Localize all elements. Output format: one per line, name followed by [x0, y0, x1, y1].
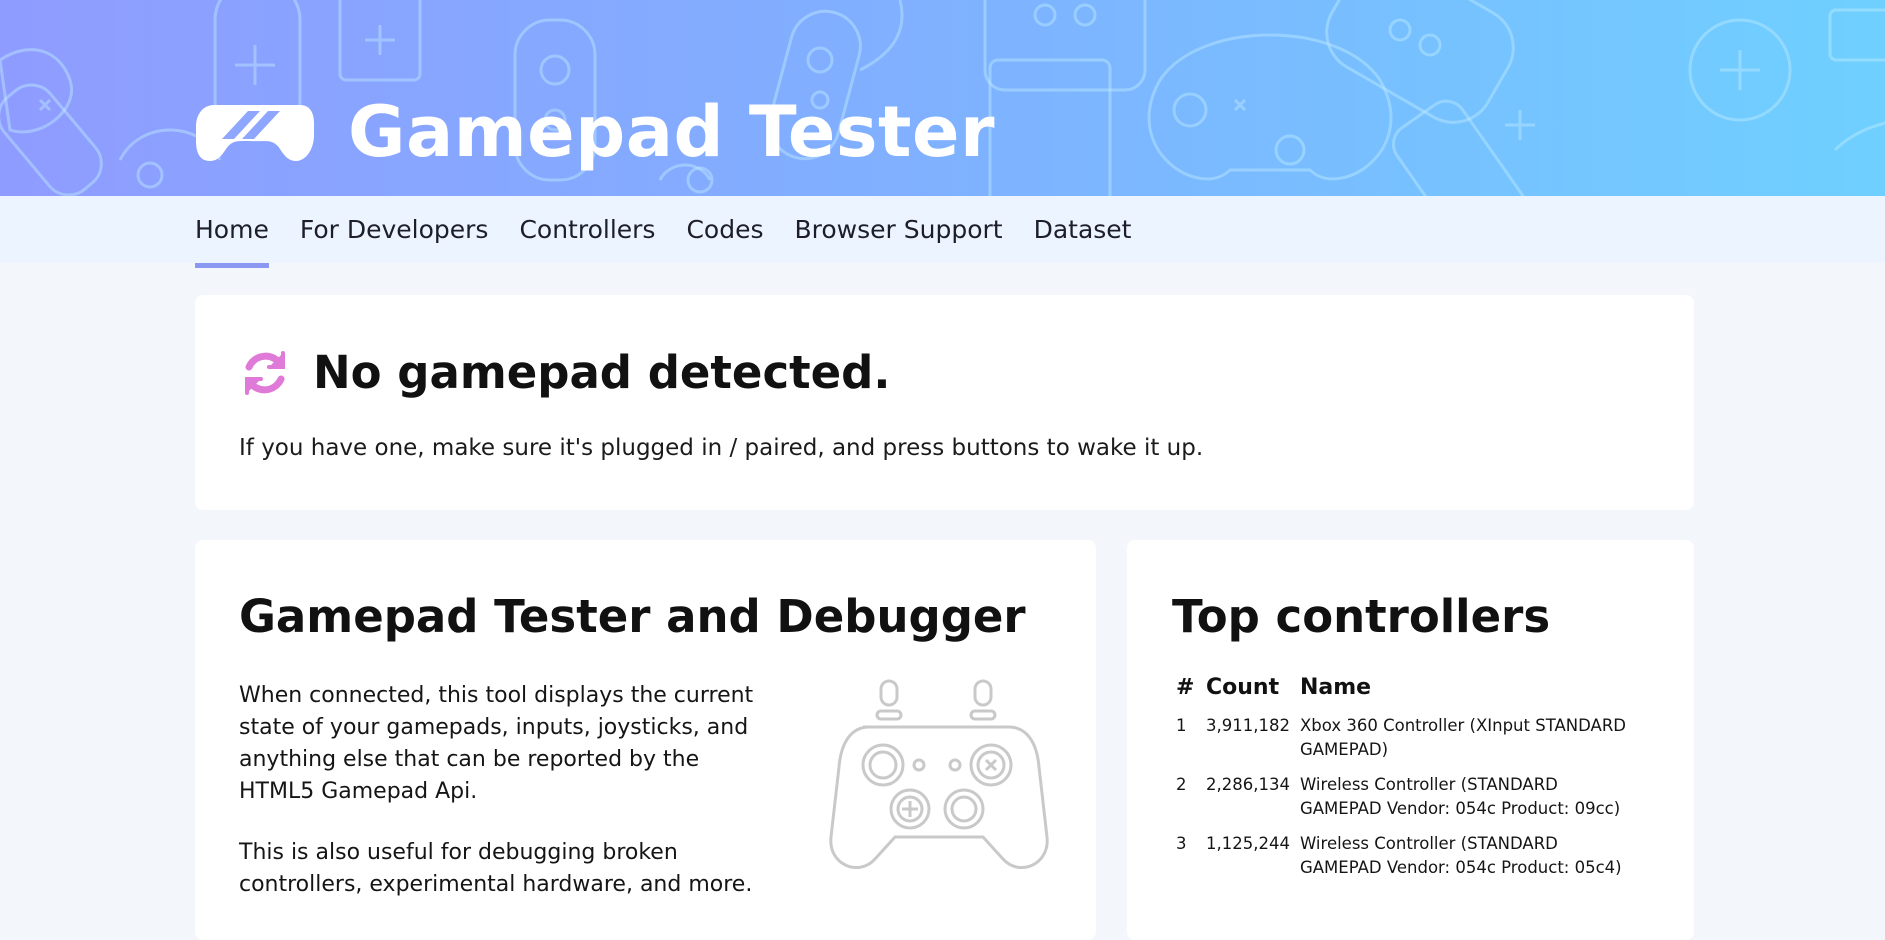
main-nav: Home For Developers Controllers Codes Br…: [195, 196, 1132, 268]
row-name[interactable]: Wireless Controller (STANDARD GAMEPAD Ve…: [1300, 832, 1640, 891]
top-controllers-table: # Count Name 1 3,911,182 Xbox 360 Contro…: [1176, 675, 1640, 891]
gamepad-status-card: No gamepad detected. If you have one, ma…: [195, 295, 1694, 510]
nav-home[interactable]: Home: [195, 196, 269, 268]
gamepad-outline-icon: [829, 679, 1049, 869]
nav-for-developers[interactable]: For Developers: [300, 196, 489, 263]
site-brand[interactable]: Gamepad Tester: [196, 92, 995, 172]
about-title: Gamepad Tester and Debugger: [239, 590, 1026, 643]
nav-controllers[interactable]: Controllers: [519, 196, 655, 263]
row-name[interactable]: Xbox 360 Controller (XInput STANDARD GAM…: [1300, 714, 1640, 773]
column-count: Count: [1206, 675, 1280, 700]
table-header-row: # Count Name: [1176, 675, 1640, 714]
table-row[interactable]: 1 3,911,182 Xbox 360 Controller (XInput …: [1176, 714, 1640, 773]
table-row[interactable]: 3 1,125,244 Wireless Controller (STANDAR…: [1176, 832, 1640, 891]
top-controllers-card: Top controllers # Count Name 1 3,911,182…: [1127, 540, 1694, 940]
status-title: No gamepad detected.: [313, 346, 891, 399]
status-message: If you have one, make sure it's plugged …: [239, 435, 1204, 461]
nav-codes[interactable]: Codes: [686, 196, 763, 263]
top-controllers-title: Top controllers: [1172, 590, 1551, 643]
row-rank: 3: [1176, 834, 1187, 853]
row-count: 2,286,134: [1206, 775, 1290, 794]
row-name[interactable]: Wireless Controller (STANDARD GAMEPAD Ve…: [1300, 773, 1640, 832]
table-row[interactable]: 2 2,286,134 Wireless Controller (STANDAR…: [1176, 773, 1640, 832]
gamepad-logo-icon: [196, 105, 314, 161]
row-rank: 2: [1176, 775, 1187, 794]
site-title: Gamepad Tester: [348, 91, 995, 173]
row-rank: 1: [1176, 716, 1187, 735]
refresh-icon: [245, 351, 285, 395]
nav-dataset[interactable]: Dataset: [1034, 196, 1132, 263]
about-paragraph-2: This is also useful for debugging broken…: [239, 840, 753, 897]
row-count: 1,125,244: [1206, 834, 1290, 853]
nav-browser-support[interactable]: Browser Support: [794, 196, 1002, 263]
navigation-bar: Home For Developers Controllers Codes Br…: [0, 196, 1885, 268]
status-heading: No gamepad detected.: [239, 347, 890, 399]
column-rank: #: [1176, 675, 1195, 700]
column-name: Name: [1299, 675, 1372, 700]
about-card: Gamepad Tester and Debugger When connect…: [195, 540, 1096, 940]
row-count: 3,911,182: [1206, 716, 1290, 735]
hero-banner: Gamepad Tester: [0, 0, 1885, 196]
about-paragraph-1: When connected, this tool displays the c…: [239, 683, 754, 804]
